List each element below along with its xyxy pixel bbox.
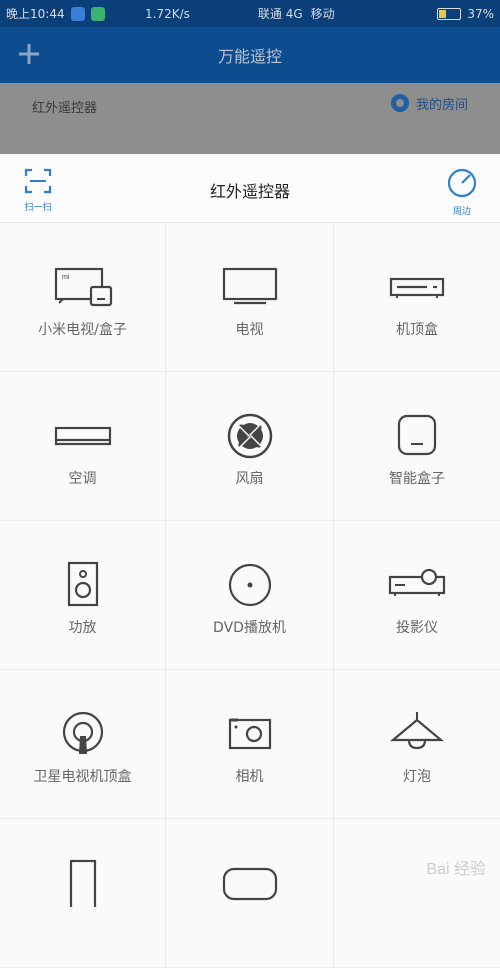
device-dvd[interactable]: DVD播放机 [166,521,334,670]
set-top-box-icon [389,277,445,298]
device-label: 卫星电视机顶盒 [33,769,132,785]
device-set-top-box[interactable]: 机顶盒 [334,223,500,372]
carrier-1: 联通 4G [257,7,303,21]
device-label: 相机 [235,769,264,785]
my-room-button[interactable]: 我的房间 [390,93,468,113]
nearby-label: 周边 [452,207,471,217]
device-label: 灯泡 [403,769,431,785]
device-label: 智能盒子 [389,471,445,487]
device-projector[interactable]: 投影仪 [334,521,500,670]
notification-app-icon [70,6,85,21]
battery-icon [437,7,462,20]
network-speed: 1.72K/s [145,6,190,21]
device-fan[interactable]: 风扇 [166,372,334,521]
lamp-icon [389,712,445,750]
phone-icon [69,859,96,907]
watermark: Bai 经验 [426,861,486,878]
device-smart-box[interactable]: 智能盒子 [334,372,500,521]
device-satellite[interactable]: 卫星电视机顶盒 [0,670,166,819]
sheet-header: 扫一扫 红外遥控器 周边 [0,154,500,223]
app-title: 万能遥控 [217,47,282,66]
room-icon [390,94,409,112]
status-bar: 晚上10:44 1.72K/s 联通 4G 移动 37% [0,0,500,27]
device-camera[interactable]: 相机 [166,670,334,819]
radar-icon [447,168,477,198]
shield-app-icon [90,6,105,21]
camera-icon [228,718,271,750]
battery-percent: 37% [467,6,494,21]
device-picker-sheet: 扫一扫 红外遥控器 周边 mi 小米电视/盒子 电视 机顶盒 空调 风扇 智能盒… [0,154,500,968]
device-label: 投影仪 [396,620,438,636]
device-air-conditioner[interactable]: 空调 [0,372,166,521]
status-time: 晚上10:44 [6,7,65,21]
device-amplifier[interactable]: 功放 [0,521,166,670]
device-blank [334,819,500,968]
device-label: DVD播放机 [213,620,286,636]
tv-icon [222,267,277,305]
router-icon [222,867,277,901]
device-label: 小米电视/盒子 [38,322,127,338]
smart-box-icon [397,414,437,456]
app-bar: 万能遥控 [0,27,500,83]
sheet-title: 红外遥控器 [209,182,290,201]
device-lamp[interactable]: 灯泡 [334,670,500,819]
my-room-label: 我的房间 [415,97,468,113]
subbar-title: 红外遥控器 [32,101,98,116]
mi-tv-box-icon: mi [54,267,112,307]
device-phone[interactable] [0,819,166,968]
device-router[interactable] [166,819,334,968]
device-label: 空调 [68,471,97,487]
amplifier-icon [67,561,98,607]
satellite-icon [62,711,103,754]
sub-bar: 红外遥控器 我的房间 [0,83,500,154]
dvd-icon [228,563,271,607]
projector-icon [388,568,446,596]
device-mi-tv-box[interactable]: mi 小米电视/盒子 [0,223,166,372]
device-tv[interactable]: 电视 [166,223,334,372]
device-label: 电视 [235,322,264,338]
carrier-2: 移动 [310,7,335,21]
add-icon[interactable] [16,41,42,67]
device-grid: mi 小米电视/盒子 电视 机顶盒 空调 风扇 智能盒子 功放 DVD播放机 投… [0,223,500,968]
device-label: 风扇 [235,471,264,487]
device-label: 机顶盒 [396,322,438,338]
svg-text:mi: mi [62,274,70,281]
device-label: 功放 [68,620,97,636]
nearby-button[interactable]: 周边 [446,168,478,217]
air-conditioner-icon [54,426,111,446]
fan-icon [227,413,272,459]
